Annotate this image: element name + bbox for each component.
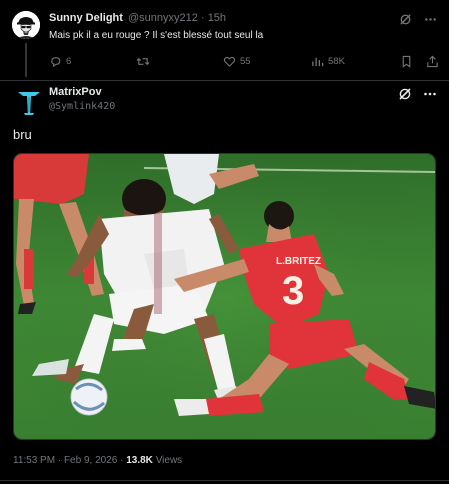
- heart-icon: [223, 56, 236, 67]
- views-button[interactable]: 58K: [311, 55, 345, 68]
- bookmark-button[interactable]: [400, 55, 413, 68]
- svg-text:L.BRITEZ: L.BRITEZ: [276, 256, 321, 267]
- views-count: 58K: [328, 55, 345, 67]
- reply-count: 6: [66, 55, 72, 67]
- share-icon: [427, 55, 438, 67]
- repost-button[interactable]: [136, 55, 154, 68]
- svg-text:3: 3: [282, 269, 304, 313]
- divider: [0, 480, 449, 481]
- tweet-time[interactable]: 15h: [208, 12, 226, 24]
- reply-actions: 6 55 58K: [49, 52, 439, 70]
- main-top-actions: [398, 87, 437, 101]
- like-count: 55: [240, 55, 251, 67]
- separator: ·: [200, 12, 205, 24]
- author-name[interactable]: MatrixPov: [49, 86, 115, 98]
- thread-line: [25, 43, 27, 77]
- views-label: Views: [155, 455, 183, 466]
- grok-icon[interactable]: [398, 87, 412, 101]
- main-header: MatrixPov @Symlink420: [49, 86, 115, 112]
- avatar-image: [18, 92, 40, 115]
- like-button[interactable]: 55: [223, 55, 251, 68]
- bookmark-icon: [402, 55, 411, 68]
- more-icon[interactable]: [423, 12, 437, 26]
- grok-icon[interactable]: [398, 12, 412, 26]
- tweet-text: bru: [13, 127, 32, 142]
- football-scene-image: L.BRITEZ 3: [14, 154, 435, 439]
- reply-header: Sunny Delight @sunnyxy212 · 15h: [49, 12, 226, 24]
- reply-top-actions: [398, 12, 437, 26]
- reply-button[interactable]: 6: [49, 55, 71, 68]
- views-count: 13.8K: [126, 455, 153, 466]
- reply-text: Mais pk il a eu rouge ? Il s'est blessé …: [49, 30, 264, 41]
- avatar[interactable]: [12, 11, 40, 39]
- reply-icon: [51, 56, 61, 67]
- divider: [0, 80, 449, 81]
- main-tweet: MatrixPov @Symlink420 bru L.BRITEZ 3 11:…: [0, 81, 449, 484]
- reply-tweet[interactable]: Sunny Delight @sunnyxy212 · 15h Mais pk …: [0, 0, 449, 80]
- views-icon: [312, 57, 324, 66]
- repost-icon: [136, 57, 150, 65]
- more-icon[interactable]: [423, 87, 437, 101]
- author-handle[interactable]: @sunnyxy212: [128, 12, 198, 24]
- tweet-timestamp[interactable]: 11:53 PM · Feb 9, 2026 ·: [13, 455, 123, 466]
- share-button[interactable]: [426, 55, 439, 68]
- media-video[interactable]: L.BRITEZ 3: [13, 153, 436, 440]
- tweet-meta: 11:53 PM · Feb 9, 2026 · 13.8K Views: [13, 455, 182, 466]
- author-name[interactable]: Sunny Delight: [49, 12, 123, 24]
- author-handle[interactable]: @Symlink420: [49, 101, 115, 112]
- avatar-image: [12, 11, 40, 39]
- avatar[interactable]: [14, 87, 44, 117]
